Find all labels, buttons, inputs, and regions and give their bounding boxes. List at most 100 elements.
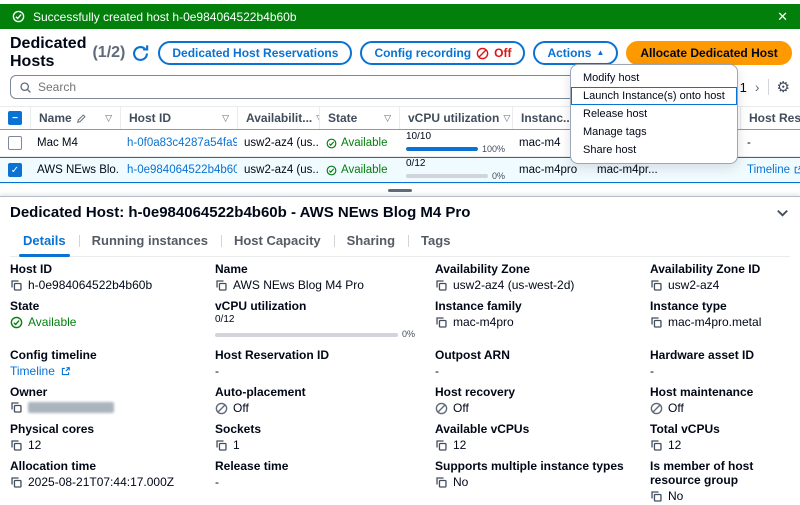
column-header[interactable]: Name▽ [30,107,120,129]
sort-icon[interactable]: ▽ [105,113,112,124]
chevron-down-icon [775,205,790,220]
detail-field: Instance typemac-m4pro.metal [650,299,790,342]
tab-tags[interactable]: Tags [408,226,463,256]
field-value: Timeline [10,364,205,379]
details-panel: Dedicated Host: h-0e984064522b4b60b - AW… [0,196,800,505]
copy-icon[interactable] [650,279,663,292]
field-value: usw2-az4 (us-west-2d) [435,278,640,293]
field-value: No [435,475,640,490]
field-label: Name [215,262,425,276]
allocate-button[interactable]: Allocate Dedicated Host [626,41,791,65]
copy-icon[interactable] [435,279,448,292]
next-page-button[interactable]: › [755,80,760,94]
column-header[interactable]: State▽ [319,107,399,129]
copy-icon[interactable] [215,439,228,452]
timeline-link[interactable]: Timeline [747,164,790,176]
page-title: Dedicated Hosts [10,35,86,71]
menu-item[interactable]: Modify host [571,69,737,87]
field-value: usw2-az4 [650,278,790,293]
status-off-icon [215,402,228,415]
tab-sharing[interactable]: Sharing [334,226,408,256]
field-value-text: No [453,475,468,490]
menu-item[interactable]: Release host [571,105,737,123]
detail-field: StateAvailable [10,299,205,342]
row-checkbox-cell[interactable] [0,136,30,150]
column-header[interactable]: Availabilit...▽ [237,107,319,129]
cell-host-reservation: - [740,137,800,149]
timeline-link[interactable]: Timeline [10,364,55,379]
copy-icon[interactable] [650,439,663,452]
success-icon [326,138,337,149]
select-all-cell[interactable] [0,107,30,129]
copy-icon[interactable] [435,476,448,489]
reservations-button[interactable]: Dedicated Host Reservations [158,41,352,65]
tab-host-capacity[interactable]: Host Capacity [221,226,334,256]
host-id-link[interactable]: h-0f0a83c4287a54fa9 [120,137,237,149]
copy-icon[interactable] [650,490,663,503]
sort-icon[interactable]: ▽ [503,113,510,124]
copy-icon[interactable] [650,316,663,329]
field-label: Instance family [435,299,640,313]
column-header[interactable]: Host Reserv... [740,107,800,129]
gear-icon[interactable]: ⚙ [777,80,790,95]
copy-icon[interactable] [10,476,23,489]
row-checkbox[interactable] [8,163,22,177]
cell-name: Mac M4 [30,137,120,149]
cell-availability-zone: usw2-az4 (us... [237,164,319,176]
tab-details[interactable]: Details [10,226,79,256]
detail-field: Availability Zone IDusw2-az4 [650,262,790,293]
copy-icon[interactable] [435,316,448,329]
actions-button[interactable]: Actions ▲ [533,41,618,65]
collapse-panel-button[interactable] [775,205,790,220]
config-recording-button[interactable]: Config recording Off [360,41,525,65]
detail-field: Allocation time2025-08-21T07:44:17.000Z [10,459,205,504]
sort-icon[interactable]: ▽ [384,113,391,124]
host-id-link[interactable]: h-0e984064522b4b60b [120,164,237,176]
field-value: 12 [10,438,205,453]
field-value-text: - [435,364,439,379]
split-panel-handle[interactable] [0,184,800,196]
flash-message: Successfully created host h-0e984064522b… [33,10,297,24]
row-checkbox-cell[interactable] [0,163,30,177]
cell-availability-zone: usw2-az4 (us... [237,137,319,149]
header-buttons: Dedicated Host Reservations Config recor… [131,41,791,65]
refresh-button[interactable] [131,44,150,63]
column-header-label: Instanc... [521,111,573,125]
progress-percent: 0% [492,171,505,181]
field-value: mac-m4pro [435,315,640,330]
field-value: Off [435,401,640,416]
field-label: Sockets [215,422,425,436]
row-checkbox[interactable] [8,136,22,150]
pencil-icon[interactable] [76,113,87,124]
copy-icon[interactable] [215,279,228,292]
panel-title: Dedicated Host: h-0e984064522b4b60b - AW… [10,203,470,222]
menu-item[interactable]: Share host [571,141,737,159]
cell-instance-family: mac-m4pro [512,164,590,176]
detail-field: Config timelineTimeline [10,348,205,379]
progress-bar: 100% [406,144,505,154]
copy-icon[interactable] [10,439,23,452]
copy-icon[interactable] [10,401,23,414]
field-label: Supports multiple instance types [435,459,640,473]
column-header[interactable]: Host ID▽ [120,107,237,129]
redacted-value [28,402,114,413]
detail-field: Outpost ARN- [435,348,640,379]
column-header-label: vCPU utilization [408,111,499,125]
page-number[interactable]: 1 [740,80,747,95]
close-icon[interactable]: ✕ [777,10,788,23]
field-value-text: Off [453,401,469,416]
menu-item[interactable]: Manage tags [571,123,737,141]
detail-field: Host IDh-0e984064522b4b60b [10,262,205,293]
field-label: Instance type [650,299,790,313]
field-label: Host recovery [435,385,640,399]
drag-handle-icon[interactable] [388,189,412,192]
column-header[interactable]: vCPU utilization ▽ [399,107,512,129]
field-value: 2025-08-21T07:44:17.000Z [10,475,205,490]
flashbar: Successfully created host h-0e984064522b… [0,4,800,29]
copy-icon[interactable] [10,279,23,292]
tab-running-instances[interactable]: Running instances [79,226,221,256]
menu-item[interactable]: Launch Instance(s) onto host [571,87,737,105]
select-all-checkbox[interactable] [8,111,22,125]
copy-icon[interactable] [435,439,448,452]
sort-icon[interactable]: ▽ [222,113,229,124]
